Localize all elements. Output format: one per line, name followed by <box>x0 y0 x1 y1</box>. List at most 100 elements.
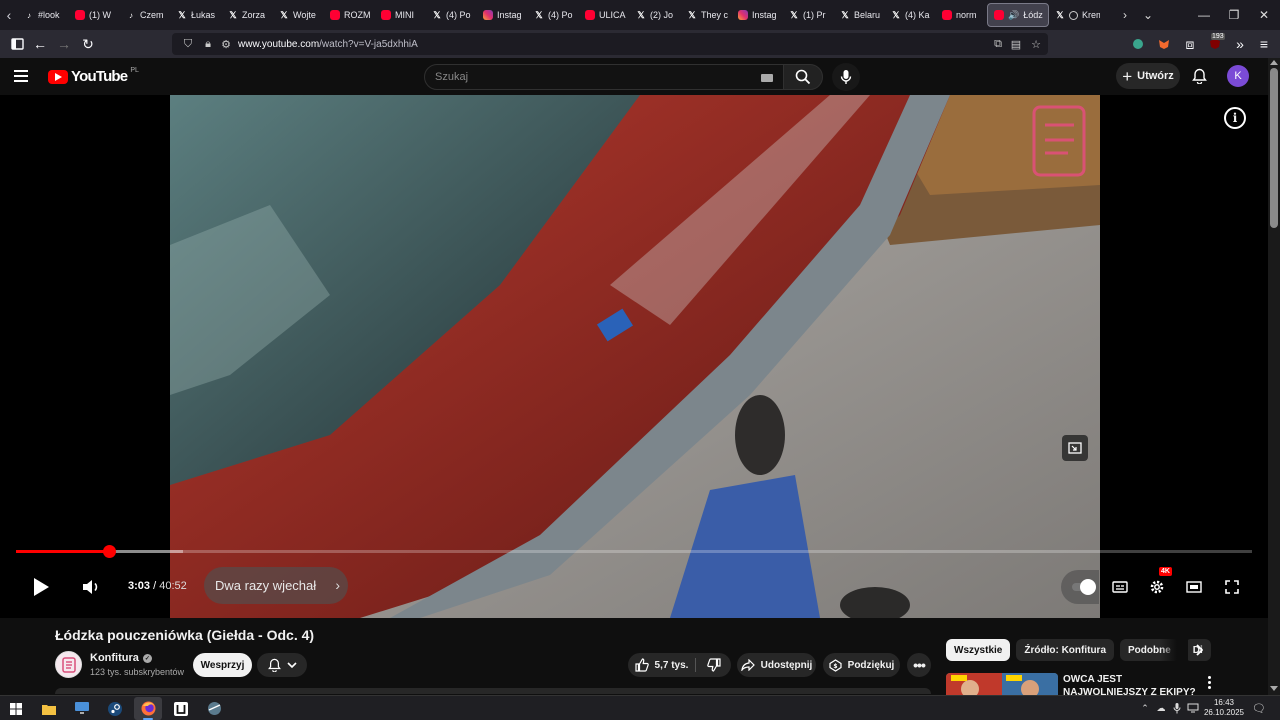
theater-mode-button[interactable] <box>1180 573 1208 601</box>
filter-chip[interactable]: Źródło: Konfitura <box>1016 639 1115 661</box>
show-hidden-icons-icon[interactable]: ⌃ <box>1138 700 1152 716</box>
description-box[interactable] <box>55 688 931 694</box>
settings-button[interactable] <box>1143 573 1171 601</box>
browser-tab[interactable]: 𝕏 (4) Ka <box>885 3 936 27</box>
browser-tab[interactable]: ROZM <box>324 3 375 27</box>
app-menu-icon[interactable]: ≡ <box>1252 32 1276 56</box>
browser-tab[interactable]: MINI <box>375 3 426 27</box>
back-button[interactable]: ← <box>28 32 52 56</box>
keyboard-icon[interactable] <box>761 74 773 82</box>
sidebar-toggle-icon[interactable] <box>5 32 29 56</box>
youtube-logo[interactable]: YouTube PL <box>48 67 139 85</box>
autoplay-toggle[interactable] <box>1061 570 1099 604</box>
permissions-icon[interactable]: ⚙︎ <box>218 36 234 52</box>
minimize-button[interactable]: — <box>1192 0 1216 30</box>
subtitles-button[interactable] <box>1106 573 1134 601</box>
browser-tab[interactable]: 𝕏 Belaru <box>834 3 885 27</box>
filter-chip[interactable]: Wszystkie <box>946 639 1011 661</box>
browser-tab[interactable]: Instag <box>732 3 783 27</box>
voice-search-button[interactable] <box>832 63 860 91</box>
browser-tab[interactable]: ULICA <box>579 3 630 27</box>
tab-scroll-right-button[interactable]: › <box>1118 0 1132 30</box>
miniplayer-icon[interactable] <box>1062 435 1088 461</box>
dislike-button[interactable] <box>696 653 731 677</box>
channel-avatar[interactable] <box>55 651 82 678</box>
reload-button[interactable]: ↻ <box>76 32 100 56</box>
mute-button[interactable] <box>77 573 105 601</box>
app-globe-icon[interactable] <box>200 697 228 720</box>
more-actions-button[interactable]: ••• <box>907 653 931 677</box>
onedrive-cloud-icon[interactable]: ☁ <box>1154 700 1168 716</box>
picture-in-picture-icon[interactable]: ⧉ <box>990 36 1006 52</box>
notifications-button[interactable] <box>1189 66 1209 86</box>
ublock-icon[interactable]: 193 <box>1203 32 1227 56</box>
browser-tab-active[interactable]: 🔊 Łódz ✕ <box>987 3 1049 27</box>
page-scrollbar[interactable] <box>1268 58 1280 695</box>
share-button[interactable]: Udostępnij <box>737 653 816 677</box>
browser-tab[interactable]: 𝕏 Zorza <box>222 3 273 27</box>
browser-tab[interactable]: ♪ #look <box>18 3 69 27</box>
scrollbar-thumb[interactable] <box>1270 68 1278 228</box>
video-player[interactable]: i 3:03 / 40:52 Dwa razy wjechał › 4K <box>0 95 1268 618</box>
microphone-tray-icon[interactable] <box>1170 700 1184 716</box>
remote-desktop-icon[interactable] <box>68 697 96 720</box>
address-bar[interactable]: ⛉ 🔒︎ ⚙︎ www.youtube.com/watch?v=V-ja5dxh… <box>172 33 1048 55</box>
url-text[interactable]: www.youtube.com/watch?v=V-ja5dxhhiA <box>238 39 418 50</box>
video-frame[interactable] <box>170 95 1100 618</box>
chapter-button[interactable]: Dwa razy wjechał › <box>204 567 348 604</box>
speaker-icon[interactable]: 🔊 <box>1008 10 1019 21</box>
progress-bar[interactable] <box>16 545 1252 558</box>
browser-tab[interactable]: 𝕏 They c <box>681 3 732 27</box>
recommended-title[interactable]: OWCA JEST NAJWOLNIEJSZY Z EKIPY? #MEGA B… <box>1063 673 1203 695</box>
play-button[interactable] <box>27 573 55 601</box>
close-window-button[interactable]: ✕ <box>1252 0 1276 30</box>
like-button[interactable]: 5,7 tys. <box>628 653 695 677</box>
tab-scroll-left-button[interactable]: ‹ <box>0 0 18 30</box>
browser-tab[interactable]: norm <box>936 3 987 27</box>
browser-tab[interactable]: 𝕏 (2) Jo <box>630 3 681 27</box>
browser-tab[interactable]: 𝕏 Krem <box>1049 3 1100 27</box>
forward-button[interactable]: → <box>52 32 76 56</box>
bookmark-star-icon[interactable]: ☆ <box>1028 36 1044 52</box>
channel-name-link[interactable]: Konfitura ✓ <box>90 652 152 664</box>
reader-view-icon[interactable]: ▤ <box>1008 36 1024 52</box>
restore-button[interactable]: ❐ <box>1222 0 1246 30</box>
system-clock[interactable]: 16:43 26.10.2025 <box>1202 698 1246 718</box>
browser-tab[interactable]: Instag <box>477 3 528 27</box>
steam-icon[interactable] <box>101 697 129 720</box>
fox-extension-icon[interactable] <box>1152 32 1176 56</box>
browser-tab[interactable]: 𝕏 Wojte <box>273 3 324 27</box>
thanks-button[interactable]: $ Podziękuj <box>823 653 900 677</box>
notion-icon[interactable] <box>167 697 195 720</box>
file-explorer-icon[interactable] <box>35 697 63 720</box>
search-button[interactable] <box>783 64 823 90</box>
scroll-down-arrow[interactable] <box>1270 686 1278 691</box>
browser-tab[interactable]: 𝕏 (4) Po <box>528 3 579 27</box>
scroll-up-arrow[interactable] <box>1270 60 1278 65</box>
subscription-notifications-button[interactable] <box>257 653 307 677</box>
search-input[interactable]: Szukaj <box>424 64 784 90</box>
extensions-icon[interactable]: ⧈ <box>1178 32 1202 56</box>
browser-tab[interactable]: 𝕏 (4) Po <box>426 3 477 27</box>
overflow-menu-icon[interactable]: » <box>1228 32 1252 56</box>
notifications-center-icon[interactable]: 🗨︎ <box>1252 700 1266 716</box>
recommended-thumbnail[interactable] <box>946 673 1058 695</box>
vpn-extension-icon[interactable] <box>1126 32 1150 56</box>
create-button[interactable]: + Utwórz <box>1116 63 1180 89</box>
windows-start-icon[interactable] <box>2 697 30 720</box>
browser-tab[interactable]: 𝕏 (1) Pr <box>783 3 834 27</box>
guide-menu-icon[interactable] <box>14 66 34 86</box>
more-vertical-icon[interactable] <box>1203 674 1215 690</box>
browser-tab[interactable]: 𝕏 Łukas <box>171 3 222 27</box>
fullscreen-button[interactable] <box>1218 573 1246 601</box>
info-icon[interactable]: i <box>1224 107 1246 129</box>
browser-tab[interactable]: ♪ Czem <box>120 3 171 27</box>
scrubber-handle[interactable] <box>102 545 116 558</box>
browser-tab[interactable]: (1) W <box>69 3 120 27</box>
shield-icon[interactable]: ⛉ <box>180 36 196 52</box>
chevron-right-icon[interactable] <box>1190 641 1208 659</box>
support-button[interactable]: Wesprzyj <box>193 653 252 677</box>
network-icon[interactable] <box>1186 700 1200 716</box>
account-avatar[interactable]: K <box>1227 65 1249 87</box>
lock-icon[interactable]: 🔒︎ <box>200 36 216 52</box>
